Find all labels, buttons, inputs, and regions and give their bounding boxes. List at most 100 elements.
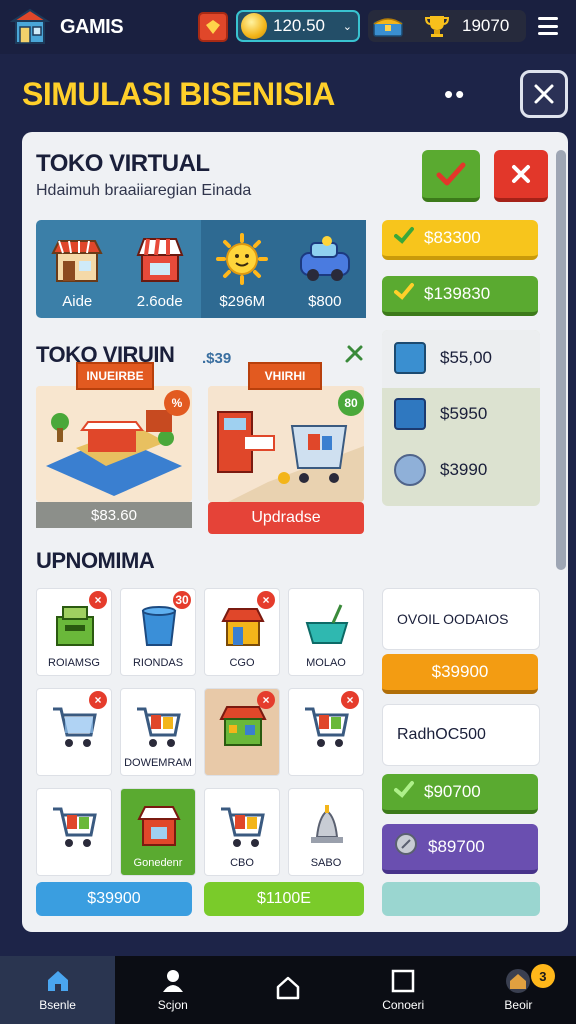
coin-icon [394,832,418,862]
shopping-cart-icon [53,807,97,847]
bell-icon [311,805,343,843]
price-value: $5950 [440,404,488,423]
house-outline-icon [276,976,300,1000]
shop-badge: % [164,390,190,416]
cancel-button[interactable] [494,150,548,202]
price-button-orange[interactable]: $39900 [382,654,538,694]
gem-icon[interactable] [198,12,228,42]
price-button-green[interactable]: $139830 [382,276,538,316]
main-panel: TOKO VIRTUAL Hdaimuh braaiiaregian Einad… [22,132,568,932]
shopping-cart-icon [137,707,181,747]
nav-label: Bsenle [39,998,76,1012]
price-button-green[interactable]: $90700 [382,774,538,814]
info-card: OVOIL OODAIOS [382,588,540,650]
notification-badge: 3 [530,964,555,988]
stats-strip: Aide 2.6ode $296M $800 [36,220,366,318]
checkmark-icon [394,780,414,804]
empty-bar[interactable] [382,882,540,916]
remove-badge[interactable]: × [89,591,107,609]
nav-label: Beoir [504,998,533,1012]
item-tile[interactable]: DOWEMRAM [120,688,196,776]
item-tile[interactable]: MOLAO [288,588,364,676]
more-options-icon[interactable]: •• [444,81,466,107]
nav-home-outline[interactable] [230,956,345,1024]
nav-home[interactable]: Bsenle [0,956,116,1024]
tile-label: RIONDAS [132,657,184,669]
stat-value: 2.6ode [136,293,183,310]
treasure-chest-icon [372,14,404,38]
shopping-cart-icon [53,707,97,747]
item-tile[interactable] [36,788,112,876]
money-bag-icon [394,454,426,486]
nav-content[interactable]: Conoeri [346,956,461,1024]
stat-sun[interactable]: $296M [201,220,284,318]
item-tile[interactable]: Gonedenr [120,788,196,876]
remove-badge[interactable]: × [89,691,107,709]
section-title: UPNOMIMA [36,548,155,573]
item-tile[interactable]: SABO [288,788,364,876]
stat-store[interactable]: Aide [36,220,119,318]
scrollbar[interactable] [556,150,566,570]
tile-label: ROIAMSG [48,657,100,669]
tools-icon[interactable] [344,344,364,369]
remove-badge[interactable]: × [257,691,275,709]
bucket-icon [141,606,177,646]
price-button-yellow[interactable]: $83300 [382,220,538,260]
item-tile[interactable]: CBO [204,788,280,876]
shop-badge: 80 [338,390,364,416]
price-row[interactable]: $5950 [394,398,487,430]
hamburger-menu-icon[interactable] [538,17,558,35]
market-stall-icon [219,706,267,746]
price-value: $139830 [424,284,491,303]
close-icon [534,84,554,104]
close-button[interactable] [520,70,568,118]
nav-profile[interactable]: Scjon [115,956,230,1024]
confirm-button[interactable] [422,150,480,202]
top-bar: GAMIS 120.50 ⌄ 19070 [0,0,576,54]
shop-building-icon [137,806,181,846]
store-title: TOKO VIRTUAL [36,150,210,177]
remove-badge[interactable]: 30 [173,591,191,609]
nav-label: Conoeri [382,998,425,1012]
item-tile[interactable]: × [288,688,364,776]
bottom-nav: Bsenle Scjon Conoeri Beoir 3 [0,956,576,1024]
nav-shop[interactable]: Beoir 3 [461,956,576,1024]
currency-selector[interactable]: 120.50 ⌄ [236,10,360,42]
basket-icon [305,604,349,644]
market-stall-icon [132,233,188,285]
user-icon [162,970,183,992]
item-tile[interactable]: × CGO [204,588,280,676]
price-row[interactable]: $55,00 [394,342,492,374]
trophy-icon [424,13,450,39]
storefront-icon [49,233,105,285]
stat-value: $296M [219,293,266,310]
item-tile[interactable]: × [36,688,112,776]
shop-house-icon [506,969,531,993]
price-bar[interactable]: $39900 [36,882,192,916]
remove-badge[interactable]: × [341,691,359,709]
shop-building-icon [221,608,265,646]
upgrade-button[interactable]: Updradse [208,502,364,534]
price-button-purple[interactable]: $89700 [382,824,538,874]
price-bar[interactable]: $1100E [204,882,364,916]
app-name: GAMIS [60,15,124,38]
store-logo-icon[interactable] [9,7,51,47]
item-tile[interactable]: 30 RIONDAS [120,588,196,676]
tile-label: CBO [230,857,254,869]
stat-delivery[interactable]: $800 [283,220,366,318]
wallet-display[interactable]: 19070 [368,10,526,42]
delivery-car-icon [297,233,353,285]
price-value: $83300 [424,228,481,247]
item-tile[interactable]: × ROIAMSG [36,588,112,676]
square-icon [391,969,415,993]
checkmark-icon [436,162,466,186]
store-subtitle: Hdaimuh braaiiaregian Einada [36,182,252,199]
info-card: RadhOC500 [382,704,540,766]
coin-icon [241,13,267,39]
price-value: $55,00 [440,348,492,367]
item-tile[interactable]: × [204,688,280,776]
remove-badge[interactable]: × [257,591,275,609]
price-row[interactable]: $3990 [394,454,487,486]
price-value: $89700 [428,837,485,856]
stat-market[interactable]: 2.6ode [119,220,202,318]
